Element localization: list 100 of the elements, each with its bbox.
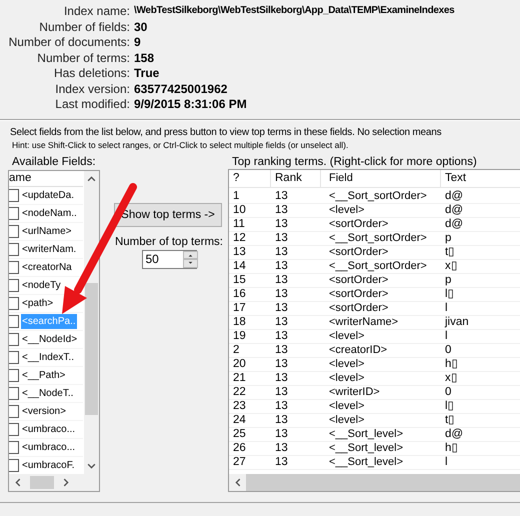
scrollbar[interactable]	[9, 474, 99, 490]
table-cell-text: 13	[274, 428, 289, 440]
scroll-down-icon[interactable]	[87, 462, 96, 470]
checkbox[interactable]	[9, 368, 19, 382]
table-cell-text: <level>	[328, 414, 366, 426]
scroll-left-icon[interactable]	[13, 478, 22, 486]
table-cell-text: t▯	[444, 246, 456, 258]
column-header[interactable]: Field	[321, 170, 441, 186]
table-cell-text: l	[444, 302, 449, 314]
hint-text: Hint: use Shift-Click to select ranges, or Ctrl-Click to select multiple fields (or unselect all).	[12, 140, 350, 150]
field-item[interactable]: <umbraco...	[21, 422, 76, 436]
table-cell-text: 13	[274, 204, 289, 216]
column-header[interactable]: ?	[229, 170, 271, 186]
table-cell-text: 15	[232, 274, 247, 286]
table-cell-text: 13	[232, 246, 247, 258]
table-cell-text: t▯	[444, 414, 456, 426]
field-item[interactable]: <__NodeId>	[21, 332, 78, 346]
table-cell-text: <__Sort_level>	[328, 442, 404, 454]
checkbox[interactable]	[9, 260, 19, 274]
checkbox[interactable]	[9, 206, 19, 220]
checkbox[interactable]	[9, 242, 19, 256]
field-item[interactable]: <umbraco...	[21, 440, 76, 454]
number-field[interactable]: 50	[142, 250, 196, 268]
field-item[interactable]: <__NodeT..	[21, 386, 74, 400]
checkbox[interactable]	[9, 458, 19, 472]
spin-down-icon[interactable]	[182, 259, 198, 268]
table-cell-text: x▯	[444, 372, 459, 384]
table-cell-text: <__Sort_sortOrder>	[328, 190, 428, 202]
info-value: 63577425001962	[134, 82, 228, 96]
table-cell-text: 13	[274, 330, 289, 342]
table-cell-text: <writerName>	[328, 316, 400, 328]
field-item[interactable]: <creatorNa	[21, 260, 73, 274]
table-cell-text: <writerID>	[328, 386, 381, 398]
table-cell-text: 17	[232, 302, 247, 314]
spin-up-icon[interactable]	[182, 250, 198, 259]
table-cell-text: 13	[274, 414, 289, 426]
panel-title: Top ranking terms. (Right-click for more options)	[232, 156, 478, 168]
info-label: Number of fields:	[38, 20, 131, 34]
info-label: Index name:	[62, 4, 131, 18]
checkbox[interactable]	[9, 278, 19, 292]
info-label: Has deletions:	[52, 66, 131, 80]
column-header[interactable]: ame	[9, 170, 83, 186]
field-item[interactable]: <version>	[21, 404, 67, 418]
scrollbar[interactable]	[84, 170, 99, 474]
checkbox[interactable]	[9, 422, 19, 436]
checkbox[interactable]	[9, 296, 19, 310]
checkbox[interactable]	[9, 314, 19, 328]
table-cell-text: 27	[232, 456, 247, 468]
table-cell-text: <sortOrder>	[328, 218, 390, 230]
info-label: Index version:	[54, 82, 131, 96]
field-item[interactable]: <urlName>	[21, 224, 72, 238]
table-cell-text: 13	[274, 288, 289, 300]
info-label: Last modified:	[54, 97, 131, 112]
table-cell-text: p	[444, 232, 452, 244]
column-header[interactable]: Rank	[271, 170, 321, 186]
scroll-up-icon[interactable]	[87, 174, 96, 182]
table-cell-text: h▯	[444, 442, 460, 454]
scroll-left-icon[interactable]	[229, 474, 246, 490]
table-cell-text: p	[444, 274, 452, 286]
field-item[interactable]: <umbracoF.	[21, 458, 76, 472]
table-cell-text: <level>	[328, 358, 366, 370]
checkbox[interactable]	[9, 188, 19, 202]
field-item[interactable]: <nodeNam..	[21, 206, 78, 220]
checkbox[interactable]	[9, 440, 19, 454]
checkbox[interactable]	[9, 332, 19, 346]
scroll-right-icon[interactable]	[62, 478, 71, 486]
info-value: True	[134, 66, 160, 80]
field-item[interactable]: <nodeTy	[21, 278, 62, 292]
checkbox[interactable]	[9, 386, 19, 400]
table-cell-text: d@	[444, 428, 464, 440]
field-item[interactable]: <__Path>	[21, 368, 66, 382]
table-cell-text: 13	[274, 190, 289, 202]
table-cell-text: <creatorID>	[328, 344, 388, 356]
panel-title: Available Fields:	[12, 156, 97, 168]
checkbox[interactable]	[9, 404, 19, 418]
field-item[interactable]: <__IndexT..	[21, 350, 75, 364]
field-item[interactable]: <updateDa.	[21, 188, 75, 202]
info-value: \WebTestSilkeborg\WebTestSilkeborg\App_Data\TEMP\ExamineIndexes	[134, 4, 454, 18]
table-cell-text: 13	[274, 316, 289, 328]
table-cell-text: 22	[232, 386, 247, 398]
instructions-text: Select fields from the list below, and press button to view top terms in these fields. No selection means	[10, 126, 442, 138]
table-cell-text: <level>	[328, 330, 366, 342]
table-cell-text: 13	[274, 260, 289, 272]
table-cell-text: 24	[232, 414, 247, 426]
field-item[interactable]: <writerNam.	[21, 242, 78, 256]
table-cell-text: <__Sort_sortOrder>	[328, 232, 428, 244]
table-cell-text: l	[444, 456, 449, 468]
table-cell-text: 14	[232, 260, 247, 272]
column-header[interactable]: Text	[441, 170, 520, 186]
table-cell-text: 23	[232, 400, 247, 412]
checkbox[interactable]	[9, 350, 19, 364]
scrollbar[interactable]	[229, 474, 520, 490]
table-cell-text: 10	[232, 204, 247, 216]
info-value: 9/9/2015 8:31:06 PM	[134, 97, 247, 112]
table-cell-text: 13	[274, 246, 289, 258]
field-item[interactable]: <path>	[21, 296, 54, 310]
info-label: Number of terms:	[36, 50, 131, 65]
checkbox[interactable]	[9, 224, 19, 238]
table-cell-text: <level>	[328, 204, 366, 216]
info-value: 158	[134, 50, 154, 65]
